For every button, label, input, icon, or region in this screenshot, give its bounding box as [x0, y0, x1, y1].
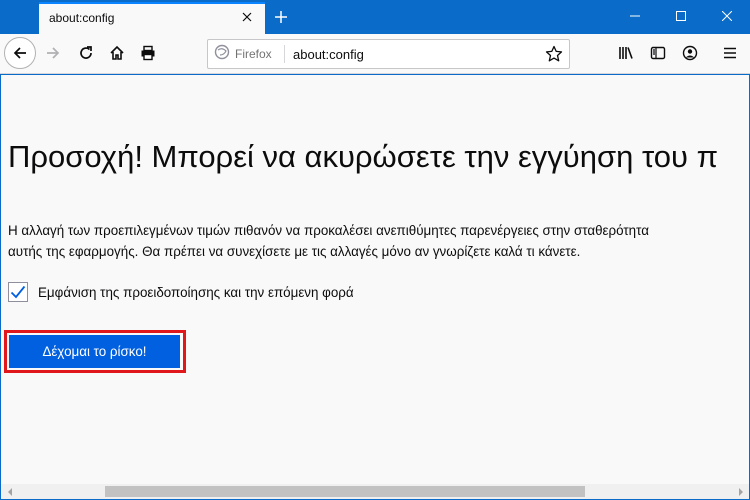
scrollbar-thumb[interactable] — [105, 486, 585, 497]
plus-icon[interactable] — [270, 6, 292, 28]
page-content: Προσοχή! Μπορεί να ακυρώσετε την εγγύηση… — [1, 75, 749, 484]
tab-about-config[interactable]: about:config — [39, 2, 265, 34]
warning-title: Προσοχή! Μπορεί να ακυρώσετε την εγγύηση… — [8, 139, 718, 174]
library-icon[interactable] — [614, 41, 638, 65]
warning-description: Η αλλαγή των προεπιλεγμένων τιμών πιθανό… — [8, 220, 749, 262]
sidebar-icon[interactable] — [646, 41, 670, 65]
close-window-icon[interactable] — [704, 0, 750, 32]
show-warning-row: Εμφάνιση της προειδοποίησης και την επόμ… — [8, 281, 354, 303]
navigation-toolbar: Firefox about:config — [0, 34, 750, 74]
minimize-icon[interactable] — [612, 0, 658, 32]
star-icon[interactable] — [545, 45, 563, 63]
scroll-right-icon[interactable] — [732, 484, 749, 499]
url-separator — [284, 45, 285, 63]
home-icon[interactable] — [102, 38, 132, 68]
scroll-left-icon[interactable] — [1, 484, 18, 499]
print-icon[interactable] — [133, 38, 163, 68]
maximize-icon[interactable] — [658, 0, 704, 32]
back-arrow-icon[interactable] — [4, 37, 36, 69]
url-bar[interactable]: Firefox about:config — [207, 39, 570, 69]
window-frame-left — [0, 74, 1, 500]
warning-line-1: Η αλλαγή των προεπιλεγμένων τιμών πιθανό… — [8, 223, 649, 238]
horizontal-scrollbar[interactable] — [1, 484, 749, 499]
identity-label: Firefox — [235, 47, 272, 61]
menu-icon[interactable] — [718, 41, 742, 65]
close-icon[interactable] — [239, 9, 255, 25]
tab-title: about:config — [49, 11, 115, 25]
forward-arrow-icon[interactable] — [38, 38, 68, 68]
url-input[interactable]: about:config — [293, 47, 364, 62]
reload-icon[interactable] — [71, 38, 101, 68]
checkmark-icon — [10, 285, 26, 299]
warning-line-2: αυτής της εφαρμογής. Θα πρέπει να συνεχί… — [8, 244, 581, 259]
title-bar: about:config — [0, 0, 750, 34]
accept-risk-button[interactable]: Δέχομαι το ρίσκο! — [9, 335, 180, 368]
show-warning-checkbox[interactable] — [8, 282, 28, 302]
show-warning-label: Εμφάνιση της προειδοποίησης και την επόμ… — [38, 284, 354, 300]
account-icon[interactable] — [678, 41, 702, 65]
identity-box[interactable]: Firefox — [208, 40, 272, 68]
firefox-logo-icon — [214, 44, 230, 65]
